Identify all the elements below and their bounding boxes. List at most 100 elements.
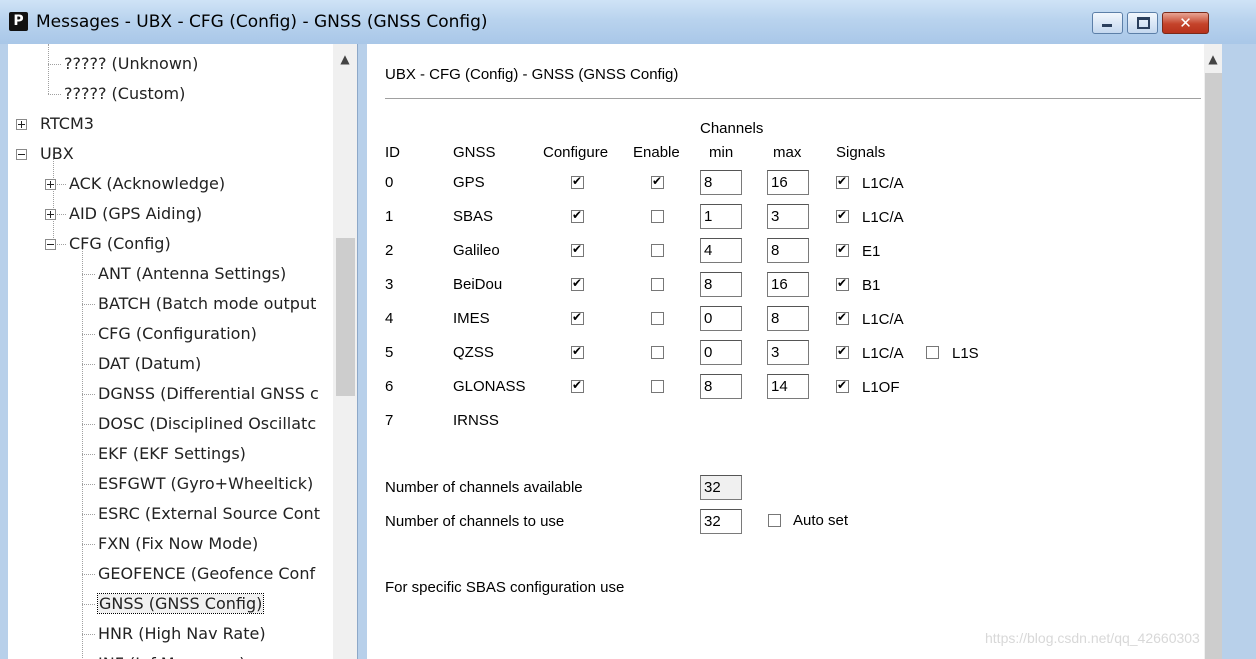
row-id: 5 bbox=[385, 344, 394, 361]
signal-checkbox[interactable] bbox=[836, 276, 849, 291]
tree-item[interactable]: ANT (Antenna Settings) bbox=[98, 261, 286, 287]
configure-checkbox[interactable] bbox=[571, 276, 584, 291]
channels-max-field[interactable]: 3 bbox=[767, 340, 809, 365]
tree-item-label: ANT (Antenna Settings) bbox=[98, 264, 287, 283]
watermark: https://blog.csdn.net/qq_42660303 bbox=[985, 630, 1200, 646]
channels-min-field[interactable]: 4 bbox=[700, 238, 742, 263]
tree-item[interactable]: INF (Inf Messages) bbox=[98, 651, 246, 659]
collapse-minus-icon[interactable] bbox=[16, 149, 27, 160]
row-gnss: Galileo bbox=[453, 242, 500, 259]
tree-item[interactable]: UBX bbox=[40, 141, 74, 167]
tree-item[interactable]: GNSS (GNSS Config) bbox=[96, 591, 265, 617]
splitter[interactable] bbox=[357, 44, 367, 659]
row-gnss: GLONASS bbox=[453, 378, 526, 395]
close-button[interactable]: ✕ bbox=[1162, 12, 1209, 34]
tree-item[interactable]: DAT (Datum) bbox=[98, 351, 201, 377]
channels-max-field[interactable]: 3 bbox=[767, 204, 809, 229]
tree-item[interactable]: ????? (Unknown) bbox=[64, 51, 198, 77]
enable-checkbox[interactable] bbox=[651, 244, 664, 257]
tree-item[interactable]: GEOFENCE (Geofence Conf bbox=[98, 561, 315, 587]
expand-plus-icon[interactable] bbox=[16, 119, 27, 130]
tree-scrollbar[interactable]: ▲ bbox=[333, 44, 357, 659]
app-icon: P bbox=[9, 12, 28, 31]
signal-checkbox[interactable] bbox=[836, 208, 849, 223]
tree-item[interactable]: DOSC (Disciplined Oscillatc bbox=[98, 411, 316, 437]
auto-set-checkbox[interactable] bbox=[768, 514, 781, 527]
channels-max-field[interactable]: 16 bbox=[767, 170, 809, 195]
channels-max-field[interactable]: 16 bbox=[767, 272, 809, 297]
signal-label: L1OF bbox=[862, 379, 900, 396]
minimize-button[interactable] bbox=[1092, 12, 1123, 34]
tree-item-label: ACK (Acknowledge) bbox=[69, 174, 226, 193]
enable-checkbox[interactable] bbox=[651, 174, 664, 189]
configure-checkbox[interactable] bbox=[571, 174, 584, 189]
scroll-up-arrow-icon[interactable]: ▲ bbox=[333, 52, 357, 70]
col-gnss: GNSS bbox=[453, 144, 496, 161]
tree-item[interactable]: ESRC (External Source Cont bbox=[98, 501, 320, 527]
configure-checkbox[interactable] bbox=[571, 208, 584, 223]
tree-connector bbox=[48, 64, 61, 65]
tree-connector bbox=[82, 364, 95, 365]
channels-min-field[interactable]: 0 bbox=[700, 340, 742, 365]
row-gnss: SBAS bbox=[453, 208, 494, 225]
channels-min-field[interactable]: 8 bbox=[700, 374, 742, 399]
tree-scrollbar-thumb[interactable] bbox=[336, 238, 355, 396]
signal-checkbox[interactable] bbox=[836, 174, 849, 189]
tree-item[interactable]: EKF (EKF Settings) bbox=[98, 441, 246, 467]
tree-connector bbox=[82, 604, 95, 605]
enable-checkbox[interactable] bbox=[651, 346, 664, 359]
signal-checkbox[interactable] bbox=[836, 344, 849, 359]
window-frame-left bbox=[0, 44, 8, 659]
tree-item-label: GEOFENCE (Geofence Conf bbox=[98, 564, 316, 583]
enable-checkbox[interactable] bbox=[651, 278, 664, 291]
tree-connector bbox=[82, 244, 83, 659]
tree-item[interactable]: FXN (Fix Now Mode) bbox=[98, 531, 258, 557]
configure-checkbox[interactable] bbox=[571, 310, 584, 325]
window-frame-right bbox=[1222, 44, 1256, 659]
tree-item[interactable]: RTCM3 bbox=[40, 111, 94, 137]
configure-checkbox[interactable] bbox=[571, 344, 584, 359]
expand-plus-icon[interactable] bbox=[45, 209, 56, 220]
maximize-button[interactable] bbox=[1127, 12, 1158, 34]
expand-plus-icon[interactable] bbox=[45, 179, 56, 190]
collapse-minus-icon[interactable] bbox=[45, 239, 56, 250]
title-bar[interactable]: P Messages - UBX - CFG (Config) - GNSS (… bbox=[0, 0, 1256, 45]
configure-checkbox[interactable] bbox=[571, 378, 584, 393]
signal-checkbox[interactable] bbox=[926, 346, 939, 359]
row-id: 3 bbox=[385, 276, 394, 293]
enable-checkbox[interactable] bbox=[651, 380, 664, 393]
tree-item-label: CFG (Config) bbox=[69, 234, 171, 253]
channels-min-field[interactable]: 8 bbox=[700, 170, 742, 195]
channels-min-field[interactable]: 8 bbox=[700, 272, 742, 297]
tree-connector bbox=[48, 44, 49, 94]
scroll-up-arrow-icon[interactable]: ▲ bbox=[1204, 52, 1222, 70]
tree-item[interactable]: BATCH (Batch mode output bbox=[98, 291, 316, 317]
signal-label: E1 bbox=[862, 243, 881, 260]
tree-item[interactable]: ACK (Acknowledge) bbox=[69, 171, 225, 197]
panel-header: UBX - CFG (Config) - GNSS (GNSS Config) bbox=[385, 66, 679, 83]
col-id: ID bbox=[385, 144, 400, 161]
signal-checkbox[interactable] bbox=[836, 310, 849, 325]
channels-to-use-field[interactable]: 32 bbox=[700, 509, 742, 534]
enable-checkbox[interactable] bbox=[651, 210, 664, 223]
tree-item[interactable]: ESFGWT (Gyro+Wheeltick) bbox=[98, 471, 313, 497]
panel-scrollbar[interactable]: ▲ bbox=[1204, 44, 1222, 659]
tree-item[interactable]: CFG (Config) bbox=[69, 231, 171, 257]
signal-checkbox[interactable] bbox=[836, 378, 849, 393]
tree-item[interactable]: DGNSS (Differential GNSS c bbox=[98, 381, 319, 407]
channels-min-field[interactable]: 1 bbox=[700, 204, 742, 229]
signal-checkbox[interactable] bbox=[836, 242, 849, 257]
tree-connector bbox=[82, 334, 95, 335]
tree-item[interactable]: CFG (Configuration) bbox=[98, 321, 257, 347]
channels-max-field[interactable]: 8 bbox=[767, 306, 809, 331]
tree-item[interactable]: HNR (High Nav Rate) bbox=[98, 621, 266, 647]
channels-min-field[interactable]: 0 bbox=[700, 306, 742, 331]
channels-max-field[interactable]: 14 bbox=[767, 374, 809, 399]
enable-checkbox[interactable] bbox=[651, 312, 664, 325]
tree-item[interactable]: AID (GPS Aiding) bbox=[69, 201, 202, 227]
panel-scrollbar-thumb[interactable] bbox=[1205, 73, 1222, 659]
message-tree[interactable]: ????? (Unknown) ????? (Custom) RTCM3 UBX ACK… bbox=[8, 44, 333, 659]
channels-max-field[interactable]: 8 bbox=[767, 238, 809, 263]
tree-item[interactable]: ????? (Custom) bbox=[64, 81, 185, 107]
configure-checkbox[interactable] bbox=[571, 242, 584, 257]
